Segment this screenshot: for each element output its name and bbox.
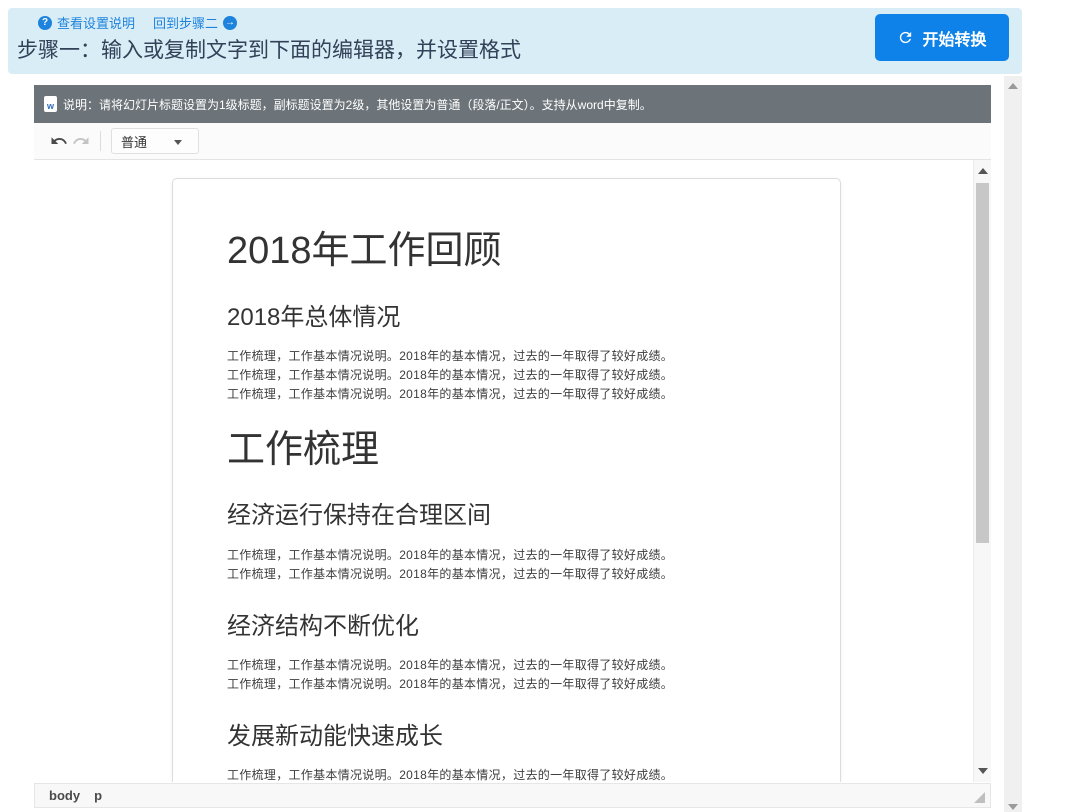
notice-text: 说明：请将幻灯片标题设置为1级标题，副标题设置为2级，其他设置为普通（段落/正文… <box>63 97 652 112</box>
editor-scrollbar-thumb[interactable] <box>976 183 989 543</box>
redo-icon <box>73 137 89 144</box>
doc-block-p[interactable]: 工作梳理，工作基本情况说明。2018年的基本情况，过去的一年取得了较好成绩。 <box>227 546 810 565</box>
document-page[interactable]: 2018年工作回顾 2018年总体情况工作梳理，工作基本情况说明。2018年的基本… <box>172 178 841 782</box>
page-scrollbar[interactable] <box>1004 76 1022 812</box>
doc-block-h2[interactable]: 发展新动能快速成长 <box>227 721 810 752</box>
start-convert-label: 开始转换 <box>922 31 987 49</box>
doc-block-p[interactable]: 工作梳理，工作基本情况说明。2018年的基本情况，过去的一年取得了较好成绩。 <box>227 366 810 385</box>
header-links: ? 查看设置说明 回到步骤二 → <box>38 13 238 32</box>
doc-block-h2[interactable]: 2018年总体情况 <box>227 302 810 333</box>
element-path-p[interactable]: p <box>94 788 102 803</box>
doc-block-p[interactable]: 工作梳理，工作基本情况说明。2018年的基本情况，过去的一年取得了较好成绩。 <box>227 675 810 694</box>
redo-button[interactable] <box>70 130 92 152</box>
doc-block-p[interactable]: 工作梳理，工作基本情况说明。2018年的基本情况，过去的一年取得了较好成绩。 <box>227 565 810 584</box>
word-doc-icon: w <box>44 96 57 112</box>
arrow-right-circle-icon: → <box>223 15 238 30</box>
editor-content-area: 2018年工作回顾 2018年总体情况工作梳理，工作基本情况说明。2018年的基本… <box>34 160 991 782</box>
doc-block-h1[interactable]: 2018年工作回顾 <box>227 229 810 275</box>
toolbar-separator <box>100 131 101 151</box>
editor-scrollbar[interactable] <box>973 160 991 782</box>
header-panel: ? 查看设置说明 回到步骤二 → 步骤一：输入或复制文字到下面的编辑器，并设置格… <box>8 8 1022 74</box>
doc-block-p[interactable]: 工作梳理，工作基本情况说明。2018年的基本情况，过去的一年取得了较好成绩。 <box>227 385 810 404</box>
refresh-icon <box>900 31 912 44</box>
doc-block-h2[interactable]: 经济结构不断优化 <box>227 611 810 642</box>
editor-toolbar: 普通 <box>34 123 991 160</box>
doc-block-p[interactable]: 工作梳理，工作基本情况说明。2018年的基本情况，过去的一年取得了较好成绩。 <box>227 347 810 366</box>
format-select-value: 普通 <box>121 134 148 150</box>
question-circle-icon: ? <box>38 15 52 30</box>
page-scroll-up-arrow-icon[interactable] <box>1008 83 1018 89</box>
doc-block-p[interactable]: 工作梳理，工作基本情况说明。2018年的基本情况，过去的一年取得了较好成绩。 <box>227 766 810 782</box>
element-path-body[interactable]: body <box>49 788 80 803</box>
chevron-down-icon <box>174 140 182 145</box>
page-title: 步骤一：输入或复制文字到下面的编辑器，并设置格式 <box>17 39 521 62</box>
scroll-up-arrow-icon[interactable] <box>978 168 988 174</box>
start-convert-button[interactable]: 开始转换 <box>875 14 1009 61</box>
view-settings-help-link[interactable]: ? 查看设置说明 <box>38 13 135 32</box>
page-scroll-down-arrow-icon[interactable] <box>1008 804 1018 810</box>
scroll-down-arrow-icon[interactable] <box>978 768 988 774</box>
back-to-step2-link[interactable]: 回到步骤二 → <box>153 13 238 32</box>
editor-status-bar: body p <box>34 783 991 808</box>
paragraph-format-select[interactable]: 普通 <box>111 128 199 154</box>
resize-grip-icon[interactable] <box>974 792 985 803</box>
view-settings-help-label: 查看设置说明 <box>57 16 136 31</box>
undo-button[interactable] <box>48 130 70 152</box>
back-to-step2-label: 回到步骤二 <box>153 16 219 31</box>
doc-block-h1[interactable]: 工作梳理 <box>227 428 810 474</box>
doc-block-p[interactable]: 工作梳理，工作基本情况说明。2018年的基本情况，过去的一年取得了较好成绩。 <box>227 656 810 675</box>
doc-block-h2[interactable]: 经济运行保持在合理区间 <box>227 500 810 531</box>
undo-icon <box>51 137 67 144</box>
doc-content[interactable]: 2018年工作回顾 2018年总体情况工作梳理，工作基本情况说明。2018年的基本… <box>173 179 840 782</box>
notice-bar: w 说明：请将幻灯片标题设置为1级标题，副标题设置为2级，其他设置为普通（段落/… <box>34 85 991 123</box>
